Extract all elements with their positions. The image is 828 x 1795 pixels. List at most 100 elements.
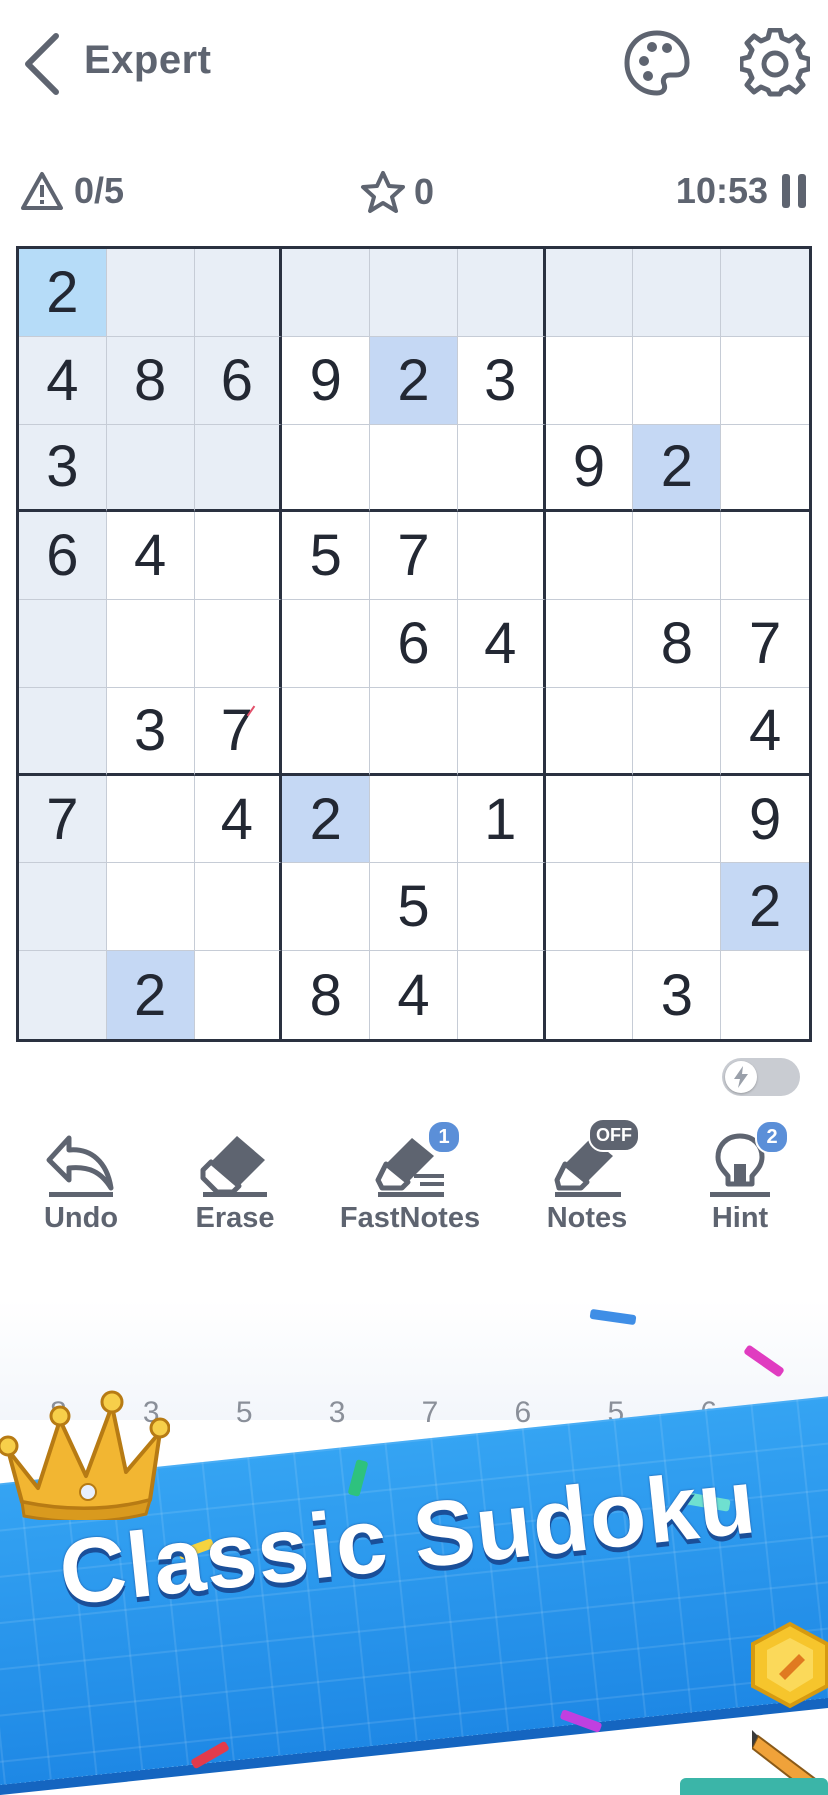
pause-button[interactable] (782, 174, 806, 208)
sudoku-cell[interactable]: 2 (370, 336, 458, 425)
sudoku-cell[interactable]: 3 (457, 336, 546, 425)
sudoku-cell[interactable] (282, 424, 371, 513)
score-value: 0 (414, 171, 435, 212)
sudoku-cell[interactable] (370, 687, 458, 776)
sudoku-cell[interactable]: 1 (457, 775, 546, 864)
sudoku-cell[interactable] (282, 249, 371, 337)
sudoku-cell[interactable] (19, 600, 107, 688)
sudoku-cell[interactable] (457, 687, 546, 776)
undo-button[interactable]: Undo (6, 1130, 156, 1260)
sudoku-cell[interactable] (282, 687, 371, 776)
sudoku-cell[interactable] (282, 863, 371, 952)
sudoku-cell[interactable]: 2 (19, 249, 107, 337)
sudoku-cell[interactable] (194, 424, 283, 513)
fast-notes-badge: 1 (427, 1120, 461, 1154)
sudoku-cell[interactable] (633, 336, 722, 425)
sudoku-cell[interactable]: 6 (19, 512, 107, 601)
sudoku-cell[interactable]: 2 (633, 424, 722, 513)
sudoku-cell[interactable] (458, 951, 546, 1039)
sudoku-cell[interactable] (545, 775, 634, 864)
sudoku-cell[interactable] (194, 600, 283, 688)
sudoku-cell[interactable]: 4 (19, 336, 107, 425)
sudoku-cell[interactable]: 7 (194, 687, 283, 776)
sudoku-cell[interactable] (545, 336, 634, 425)
hint-button[interactable]: 2 Hint (665, 1120, 815, 1260)
theme-button[interactable] (622, 28, 692, 98)
sudoku-cell[interactable]: 2 (721, 863, 809, 952)
sudoku-cell[interactable] (545, 249, 634, 337)
sudoku-cell[interactable] (457, 249, 546, 337)
sudoku-cell[interactable] (721, 425, 809, 513)
sudoku-cell[interactable]: 4 (106, 512, 195, 601)
sudoku-cell[interactable] (457, 863, 546, 952)
sudoku-cell[interactable] (633, 512, 722, 601)
top-bar: Expert (0, 0, 828, 130)
star-icon (361, 171, 405, 213)
sudoku-cell[interactable] (106, 863, 195, 952)
sudoku-cell[interactable] (721, 337, 809, 425)
sudoku-cell[interactable]: 9 (545, 424, 634, 513)
notes-button[interactable]: OFF Notes (512, 1118, 662, 1260)
sudoku-cell[interactable] (633, 775, 722, 864)
sudoku-cell[interactable] (106, 775, 195, 864)
sudoku-cell[interactable]: 6 (194, 336, 283, 425)
sudoku-cell[interactable] (633, 687, 722, 776)
sudoku-cell[interactable] (721, 951, 809, 1039)
sudoku-cell[interactable] (457, 512, 546, 601)
sudoku-cell[interactable]: 3 (19, 424, 107, 513)
sudoku-cell[interactable] (194, 863, 283, 952)
sudoku-cell[interactable] (545, 863, 634, 952)
sudoku-cell[interactable] (106, 424, 195, 513)
sudoku-cell[interactable]: 8 (282, 951, 371, 1039)
sudoku-cell[interactable] (721, 512, 809, 601)
sudoku-cell[interactable]: 9 (282, 336, 371, 425)
sudoku-cell[interactable]: 8 (633, 600, 722, 688)
sudoku-cell[interactable]: 4 (721, 688, 809, 776)
sudoku-cell[interactable] (282, 600, 371, 688)
sudoku-cell[interactable] (19, 687, 107, 776)
promo-banner[interactable]: 835376566 Classic Sudoku (0, 1300, 828, 1795)
settings-button[interactable] (738, 27, 812, 98)
erase-button[interactable]: Erase (160, 1130, 310, 1260)
sudoku-cell[interactable] (194, 249, 283, 337)
fast-notes-label: FastNotes (339, 1202, 481, 1234)
sudoku-cell[interactable] (545, 600, 634, 688)
fast-mode-toggle[interactable] (722, 1058, 800, 1096)
sudoku-cell[interactable]: 5 (370, 863, 458, 952)
back-button[interactable] (18, 30, 66, 98)
sudoku-cell[interactable]: 2 (106, 951, 195, 1039)
sudoku-cell[interactable]: 7 (19, 775, 107, 864)
sudoku-cell[interactable] (106, 600, 195, 688)
sudoku-cell[interactable]: 4 (194, 775, 283, 864)
fast-notes-button[interactable]: 1 FastNotes (335, 1120, 485, 1260)
sudoku-cell[interactable]: 4 (370, 951, 458, 1039)
sudoku-cell[interactable]: 9 (721, 776, 809, 864)
sudoku-cell[interactable] (546, 951, 634, 1039)
sudoku-cell[interactable] (633, 863, 722, 952)
sudoku-cell[interactable] (545, 512, 634, 601)
sudoku-cell[interactable] (370, 249, 458, 337)
sudoku-cell[interactable] (106, 249, 195, 337)
sudoku-cell[interactable] (370, 775, 458, 864)
sudoku-cell[interactable] (721, 249, 809, 337)
sudoku-cell[interactable]: 5 (282, 512, 371, 601)
sudoku-cell[interactable]: 3 (106, 687, 195, 776)
sudoku-cell[interactable] (19, 863, 107, 952)
sudoku-cell[interactable]: 7 (370, 512, 458, 601)
sudoku-cell[interactable]: 7 (721, 600, 809, 688)
sudoku-cell[interactable] (370, 424, 458, 513)
sudoku-cell[interactable]: 4 (457, 600, 546, 688)
sudoku-cell[interactable] (633, 249, 722, 337)
tool-bar: Undo Erase 1 FastNotes OFF Notes 2 Hint (0, 1118, 828, 1260)
palette-icon (624, 30, 690, 96)
sudoku-cell[interactable] (195, 951, 283, 1039)
sudoku-cell[interactable]: 6 (370, 600, 458, 688)
sudoku-cell[interactable] (194, 512, 283, 601)
sudoku-cell[interactable]: 3 (633, 951, 722, 1039)
sudoku-cell[interactable]: 8 (106, 336, 195, 425)
sudoku-cell[interactable] (19, 951, 107, 1039)
sudoku-cell[interactable] (457, 424, 546, 513)
hint-label: Hint (711, 1202, 769, 1234)
sudoku-cell[interactable]: 2 (282, 775, 371, 864)
sudoku-cell[interactable] (545, 687, 634, 776)
